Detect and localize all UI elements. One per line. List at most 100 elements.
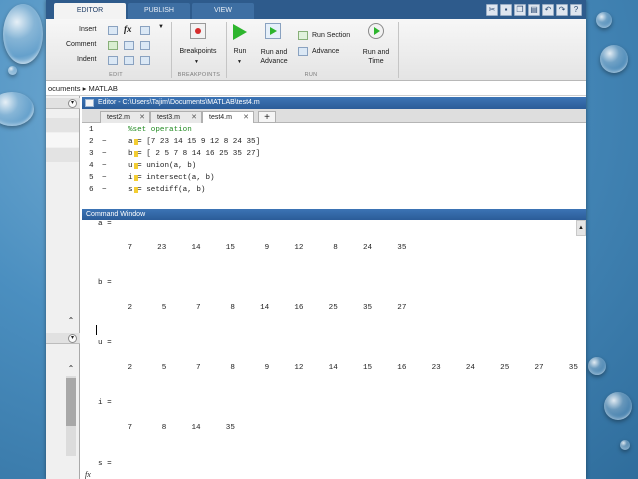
code-line[interactable]: 4− u = union(a, b) [82, 160, 586, 172]
comment-icon[interactable] [108, 41, 118, 50]
ribbon: Insert fx Comment Indent ▼ EDIT Breakpoi… [46, 19, 586, 81]
code-line[interactable]: 5− i = intersect(a, b) [82, 172, 586, 184]
output-value: 12 [294, 364, 304, 372]
close-icon[interactable]: ✕ [243, 112, 249, 123]
output-value: 25 [328, 304, 338, 312]
undo-icon[interactable]: ↶ [542, 4, 554, 16]
breakpoints-group-label: BREAKPOINTS [177, 72, 221, 78]
chevron-down-icon[interactable]: ▼ [158, 24, 164, 30]
editor-titlebar: Editor - C:\Users\Tajim\Documents\MATLAB… [82, 97, 586, 109]
new-tab-button[interactable]: + [258, 111, 276, 123]
insert-label[interactable]: Insert [79, 26, 97, 33]
code-line[interactable]: 2− a = [7 23 14 15 9 12 8 24 35] [82, 136, 586, 148]
output-value: 14 [328, 364, 338, 372]
code-text[interactable]: a = [7 23 14 15 9 12 8 24 35] [128, 136, 260, 148]
output-value: 27 [397, 304, 407, 312]
address-bar[interactable]: ocuments ▸ MATLAB [46, 82, 586, 96]
panel-header: ▾ [46, 98, 80, 109]
breakpoints-icon[interactable] [190, 23, 206, 39]
file-tab-label: test2.m [107, 114, 130, 121]
percent-icon[interactable] [124, 41, 134, 50]
folder-list-row[interactable] [46, 148, 79, 162]
chevron-up-icon[interactable]: ⌃ [66, 364, 76, 374]
chevron-up-icon[interactable]: ⌃ [66, 316, 76, 326]
fx-button[interactable]: fx [124, 24, 132, 34]
code-text[interactable]: b = [ 2 5 7 8 14 16 25 35 27] [128, 148, 260, 160]
redo-icon[interactable]: ↷ [556, 4, 568, 16]
run-and-advance-button[interactable]: Run and Advance [255, 48, 293, 66]
code-text[interactable]: %set operation [128, 124, 192, 136]
output-value: 7 [127, 244, 132, 252]
code-line[interactable]: 3− b = [ 2 5 7 8 14 16 25 35 27] [82, 148, 586, 160]
help-icon[interactable]: ? [570, 4, 582, 16]
executable-marker[interactable]: − [102, 148, 107, 160]
output-value: 14 [191, 244, 201, 252]
close-icon[interactable]: ✕ [139, 112, 145, 123]
folder-list-row[interactable] [46, 118, 79, 132]
current-folder-path[interactable]: ocuments ▸ MATLAB [48, 84, 118, 93]
run-icon[interactable] [233, 24, 247, 40]
panel-menu-icon[interactable]: ▾ [68, 334, 77, 343]
workspace-header: ▾ [46, 333, 80, 344]
file-tab-active[interactable]: test4.m ✕ [202, 111, 254, 123]
panel-menu-icon[interactable]: ▾ [68, 99, 77, 108]
output-value: 8 [161, 424, 167, 432]
paste-icon[interactable]: ▤ [528, 4, 540, 16]
run-and-advance-icon[interactable] [265, 23, 281, 39]
line-number[interactable]: 1 [89, 124, 109, 136]
executable-marker[interactable]: − [102, 172, 107, 184]
fx-dropdown-icon[interactable] [140, 26, 150, 35]
command-output[interactable]: a = 7 23 14 15 9 12 8 24 35 b = 2 5 7 8 14 16 25 35 27 u = 2 5… [82, 220, 586, 479]
close-icon[interactable]: ✕ [191, 112, 197, 123]
output-value: 9 [264, 244, 270, 252]
executable-marker[interactable]: − [102, 136, 107, 148]
code-text[interactable]: s = setdiff(a, b) [128, 184, 205, 196]
comment-label[interactable]: Comment [66, 41, 96, 48]
indent-label[interactable]: Indent [77, 56, 96, 63]
advance-button[interactable]: Advance [312, 48, 339, 55]
file-tab-label: test3.m [157, 114, 180, 121]
run-section-icon[interactable] [298, 31, 308, 40]
water-drop [620, 440, 630, 450]
code-text[interactable]: i = intersect(a, b) [128, 172, 215, 184]
wrap-comments-icon[interactable] [140, 41, 150, 50]
increase-indent-icon[interactable] [124, 56, 134, 65]
output-value: 7 [196, 304, 201, 312]
water-drop [8, 66, 17, 75]
decrease-indent-icon[interactable] [140, 56, 150, 65]
code-line[interactable]: 1 %set operation [82, 124, 586, 136]
cut-icon[interactable]: ✂ [486, 4, 498, 16]
tab-editor[interactable]: EDITOR [54, 3, 126, 19]
editor-title: Editor - C:\Users\Tajim\Documents\MATLAB… [98, 99, 260, 106]
scrollbar-thumb[interactable] [66, 378, 76, 426]
chevron-down-icon[interactable]: ▼ [194, 59, 199, 65]
fx-prompt-icon[interactable]: fx [85, 470, 91, 479]
file-tab[interactable]: test3.m ✕ [150, 111, 202, 123]
file-tab[interactable]: test2.m ✕ [100, 111, 150, 123]
variable-highlight [134, 175, 138, 181]
run-button[interactable]: Run [230, 48, 250, 55]
command-window[interactable]: Command Window ▲ a = 7 23 14 15 9 12 8 24 35 b = 2 5… [82, 209, 586, 479]
chevron-down-icon[interactable]: ▼ [237, 59, 242, 65]
output-value: 9 [264, 364, 270, 372]
smart-indent-icon[interactable] [108, 56, 118, 65]
run-and-time-button[interactable]: Run and Time [357, 48, 395, 66]
code-text[interactable]: u = union(a, b) [128, 160, 196, 172]
save-icon[interactable]: ▪ [500, 4, 512, 16]
executable-marker[interactable]: − [102, 184, 107, 196]
executable-marker[interactable]: − [102, 160, 107, 172]
folder-list-row[interactable] [46, 133, 79, 147]
tab-publish[interactable]: PUBLISH [128, 3, 190, 19]
run-and-time-icon[interactable] [368, 23, 384, 39]
breakpoints-button[interactable]: Breakpoints [176, 48, 220, 55]
output-value: 7 [196, 364, 201, 372]
output-value: 23 [157, 244, 167, 252]
insert-icon[interactable] [108, 26, 118, 35]
advance-icon[interactable] [298, 47, 308, 56]
code-line[interactable]: 6− s = setdiff(a, b) [82, 184, 586, 196]
tab-view[interactable]: VIEW [192, 3, 254, 19]
copy-icon[interactable]: ❐ [514, 4, 526, 16]
run-section-button[interactable]: Run Section [312, 32, 350, 39]
output-variable-name: s = [98, 460, 112, 468]
code-editor[interactable]: 1 %set operation 2− a = [7 23 14 15 9 12 8 … [82, 124, 586, 206]
